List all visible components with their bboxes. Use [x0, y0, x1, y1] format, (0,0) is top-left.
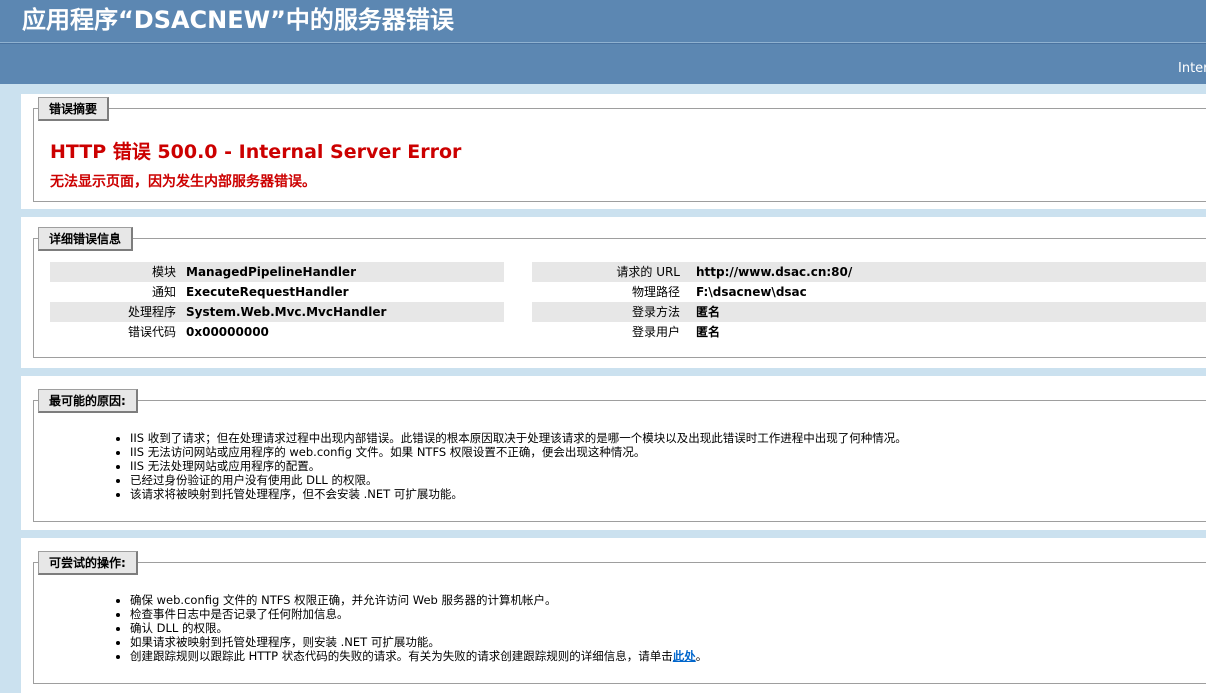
detail-row: 请求的 URL http://www.dsac.cn:80/: [532, 262, 1206, 282]
list-item: 创建跟踪规则以跟踪此 HTTP 状态代码的失败的请求。有关为失败的请求创建跟踪规…: [130, 649, 707, 663]
detail-label: 通知: [151, 285, 176, 299]
page-header: 应用程序“DSACNEW”中的服务器错误: [0, 0, 1206, 43]
list-item: IIS 无法处理网站或应用程序的配置。: [130, 459, 907, 473]
actions-fieldset: 可尝试的操作: 确保 web.config 文件的 NTFS 权限正确，并允许访…: [33, 551, 1206, 684]
list-item: IIS 无法访问网站或应用程序的 web.config 文件。如果 NTFS 权…: [130, 445, 907, 459]
detail-row: 错误代码 0x00000000: [50, 322, 504, 342]
error-title: HTTP 错误 500.0 - Internal Server Error: [50, 141, 462, 163]
detail-value: 0x00000000: [186, 325, 269, 339]
detail-row: 登录用户 匿名: [532, 322, 1206, 342]
list-item: 检查事件日志中是否记录了任何附加信息。: [130, 607, 707, 621]
detail-value: System.Web.Mvc.MvcHandler: [186, 305, 387, 319]
detail-label: 错误代码: [127, 325, 176, 339]
causes-list: IIS 收到了请求；但在处理请求过程中出现内部错误。此错误的根本原因取决于处理该…: [110, 431, 907, 501]
error-summary-legend: 错误摘要: [38, 97, 110, 121]
actions-legend: 可尝试的操作:: [38, 551, 138, 575]
detail-value: 匿名: [696, 325, 721, 339]
list-item: 已经过身份验证的用户没有使用此 DLL 的权限。: [130, 473, 907, 487]
causes-fieldset: 最可能的原因: IIS 收到了请求；但在处理请求过程中出现内部错误。此错误的根本…: [33, 389, 1206, 522]
detail-label: 登录方法: [631, 305, 680, 319]
detailed-info-fieldset: 详细错误信息 模块 ManagedPipelineHandler 通知 Exec…: [33, 227, 1206, 358]
server-version-bar: Internet Information Services 7.5: [0, 43, 1206, 84]
here-link[interactable]: 此处: [673, 649, 696, 663]
detailed-info-section: 详细错误信息 模块 ManagedPipelineHandler 通知 Exec…: [21, 217, 1206, 368]
error-summary-fieldset: 错误摘要 HTTP 错误 500.0 - Internal Server Err…: [33, 97, 1206, 202]
list-item: 该请求将被映射到托管处理程序，但不会安装 .NET 可扩展功能。: [130, 487, 907, 501]
detail-label: 请求的 URL: [616, 265, 680, 279]
list-item: 如果请求被映射到托管处理程序，则安装 .NET 可扩展功能。: [130, 635, 707, 649]
detail-value: 匿名: [696, 305, 721, 319]
list-item-text: 创建跟踪规则以跟踪此 HTTP 状态代码的失败的请求。有关为失败的请求创建跟踪规…: [130, 649, 673, 663]
server-version: Internet Information Services 7.5: [1178, 61, 1206, 76]
detail-row: 处理程序 System.Web.Mvc.MvcHandler: [50, 302, 504, 322]
detailed-info-legend: 详细错误信息: [38, 227, 134, 251]
detail-value: http://www.dsac.cn:80/: [696, 265, 853, 279]
detail-label: 物理路径: [631, 285, 680, 299]
detail-value: ManagedPipelineHandler: [186, 265, 356, 279]
error-subtitle: 无法显示页面，因为发生内部服务器错误。: [50, 174, 316, 190]
actions-section: 可尝试的操作: 确保 web.config 文件的 NTFS 权限正确，并允许访…: [21, 538, 1206, 693]
detail-row: 模块 ManagedPipelineHandler: [50, 262, 504, 282]
detail-label: 处理程序: [127, 305, 176, 319]
detail-label: 模块: [151, 265, 176, 279]
list-item: 确认 DLL 的权限。: [130, 621, 707, 635]
list-item-end: 。: [695, 649, 708, 663]
detail-row: 通知 ExecuteRequestHandler: [50, 282, 504, 302]
list-item: IIS 收到了请求；但在处理请求过程中出现内部错误。此错误的根本原因取决于处理该…: [130, 431, 907, 445]
detail-value: ExecuteRequestHandler: [186, 285, 349, 299]
detail-row: 物理路径 F:\dsacnew\dsac: [532, 282, 1206, 302]
detail-label: 登录用户: [631, 325, 680, 339]
page-title: 应用程序“DSACNEW”中的服务器错误: [22, 6, 454, 34]
error-summary-section: 错误摘要 HTTP 错误 500.0 - Internal Server Err…: [21, 94, 1206, 209]
actions-list: 确保 web.config 文件的 NTFS 权限正确，并允许访问 Web 服务…: [110, 593, 707, 663]
detail-row: 登录方法 匿名: [532, 302, 1206, 322]
causes-section: 最可能的原因: IIS 收到了请求；但在处理请求过程中出现内部错误。此错误的根本…: [21, 376, 1206, 530]
causes-legend: 最可能的原因:: [38, 389, 138, 413]
list-item: 确保 web.config 文件的 NTFS 权限正确，并允许访问 Web 服务…: [130, 593, 707, 607]
detail-value: F:\dsacnew\dsac: [696, 285, 807, 299]
